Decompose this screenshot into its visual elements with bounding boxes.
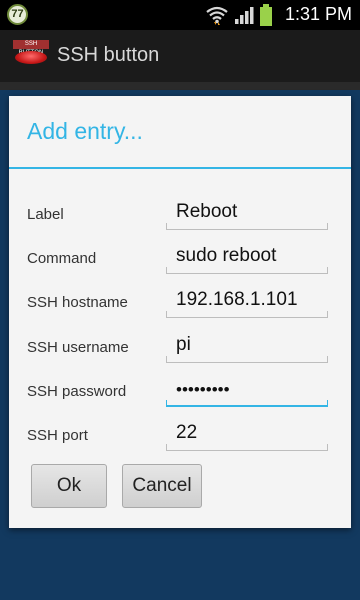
password-input[interactable]: •••••••••	[166, 373, 328, 407]
action-bar: SSH BUTTON SSH button	[0, 30, 360, 82]
add-entry-dialog: Add entry... Label Reboot Command sudo r…	[9, 96, 351, 528]
command-row: Command sudo reboot	[9, 240, 351, 284]
username-input[interactable]: pi	[166, 329, 328, 363]
command-value: sudo reboot	[176, 245, 277, 266]
cancel-button[interactable]: Cancel	[122, 464, 202, 508]
username-value: pi	[176, 334, 191, 355]
username-input-underline	[166, 356, 328, 363]
command-input[interactable]: sudo reboot	[166, 240, 328, 274]
app-icon-label: SSH BUTTON	[13, 40, 49, 56]
port-label: SSH port	[27, 427, 88, 444]
label-value: Reboot	[176, 201, 238, 222]
password-input-underline	[166, 400, 328, 407]
port-input[interactable]: 22	[166, 417, 328, 451]
password-value: •••••••••	[176, 380, 230, 399]
battery-icon	[260, 4, 272, 26]
port-row: SSH port 22	[9, 417, 351, 461]
dialog-divider	[9, 167, 351, 169]
hostname-input[interactable]: 192.168.1.101	[166, 284, 328, 318]
signal-icon	[235, 7, 254, 24]
hostname-label: SSH hostname	[27, 294, 128, 311]
command-input-underline	[166, 267, 328, 274]
notification-badge[interactable]: 77	[7, 4, 28, 25]
hostname-value: 192.168.1.101	[176, 289, 298, 310]
label-input[interactable]: Reboot	[166, 196, 328, 230]
password-row: SSH password •••••••••	[9, 373, 351, 417]
wifi-icon	[206, 6, 228, 25]
username-label: SSH username	[27, 339, 129, 356]
port-input-underline	[166, 444, 328, 451]
password-label: SSH password	[27, 383, 127, 400]
hostname-input-underline	[166, 311, 328, 318]
hostname-row: SSH hostname 192.168.1.101	[9, 284, 351, 328]
ok-button[interactable]: Ok	[31, 464, 107, 508]
port-value: 22	[176, 422, 198, 443]
label-input-underline	[166, 223, 328, 230]
dialog-title: Add entry...	[27, 118, 143, 144]
status-clock: 1:31 PM	[284, 4, 352, 24]
status-bar: 77 1:31 PM	[0, 0, 360, 30]
label-row: Label Reboot	[9, 196, 351, 240]
label-label: Label	[27, 206, 64, 223]
username-row: SSH username pi	[9, 329, 351, 373]
app-title: SSH button	[57, 44, 160, 66]
command-label: Command	[27, 250, 97, 267]
background-stripe	[0, 82, 360, 90]
app-icon[interactable]: SSH BUTTON	[13, 40, 49, 66]
red-button-icon	[15, 51, 47, 64]
